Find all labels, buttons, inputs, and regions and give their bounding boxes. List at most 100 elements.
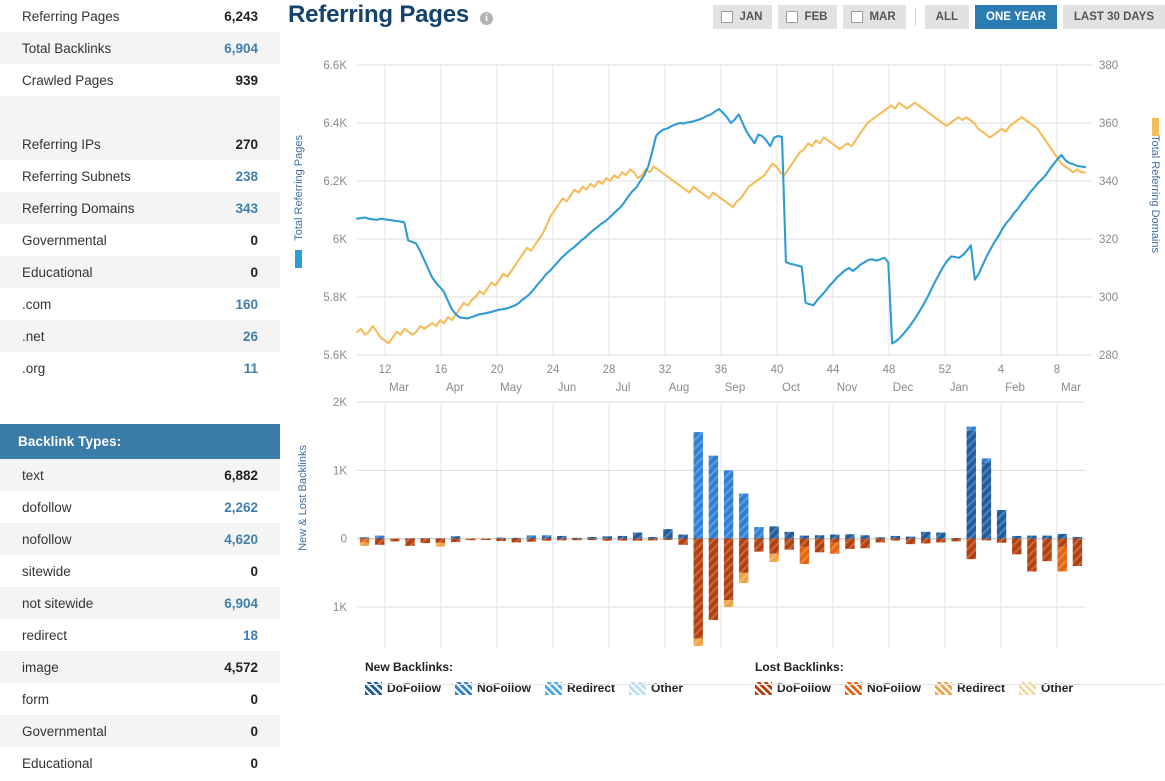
backlink-type-row[interactable]: image 4,572 bbox=[0, 651, 280, 683]
checkbox-icon[interactable] bbox=[851, 11, 864, 23]
checkbox-icon[interactable] bbox=[721, 11, 734, 23]
info-icon[interactable]: i bbox=[480, 12, 493, 25]
secondary-stat-label: .com bbox=[22, 296, 52, 312]
primary-stat-label: Crawled Pages bbox=[22, 72, 114, 88]
spacer-cell bbox=[0, 96, 190, 128]
backlink-type-value: 18 bbox=[242, 627, 258, 643]
bar-chart-legend: New Backlinks: DoFollow NoFollow Redirect O… bbox=[365, 660, 1165, 695]
secondary-stat-label: Referring Domains bbox=[22, 200, 135, 216]
right-axis-color-swatch bbox=[1152, 118, 1159, 136]
month-checkbox-mar[interactable]: MAR bbox=[843, 5, 906, 29]
primary-stat-row[interactable]: Crawled Pages 939 bbox=[0, 64, 280, 96]
svg-text:4: 4 bbox=[998, 364, 1005, 376]
secondary-stats-table: Referring IPs 270 Referring Subnets 238 Refe… bbox=[0, 128, 280, 384]
new-lost-backlinks-bar-chart: New & Lost Backlinks 2K 1K 0 1K bbox=[285, 390, 1165, 670]
secondary-stat-value: 238 bbox=[235, 168, 258, 184]
svg-text:360: 360 bbox=[1099, 118, 1118, 130]
bar-chart-y-axis-title: New & Lost Backlinks bbox=[297, 445, 309, 551]
primary-stat-value: 6,243 bbox=[224, 8, 258, 24]
secondary-stat-label: .org bbox=[22, 360, 46, 376]
backlink-type-value: 0 bbox=[250, 691, 258, 707]
svg-text:8: 8 bbox=[1054, 364, 1060, 376]
svg-text:28: 28 bbox=[603, 364, 616, 376]
svg-text:1K: 1K bbox=[333, 602, 347, 614]
svg-text:12: 12 bbox=[379, 364, 392, 376]
backlink-type-value: 4,620 bbox=[224, 531, 258, 547]
page-title: Referring Pages bbox=[288, 1, 470, 28]
primary-stat-value: 939 bbox=[235, 72, 258, 88]
backlink-type-value: 6,904 bbox=[224, 595, 258, 611]
svg-text:6.4K: 6.4K bbox=[323, 118, 347, 130]
secondary-stat-row[interactable]: Educational 0 bbox=[0, 256, 280, 288]
primary-stat-row[interactable]: Referring Pages 6,243 bbox=[0, 0, 280, 32]
backlink-types-panel: Backlink Types: text 6,882 dofollow 2,262 no… bbox=[0, 424, 280, 779]
backlink-type-row[interactable]: redirect 18 bbox=[0, 619, 280, 651]
secondary-stat-value: 160 bbox=[235, 296, 258, 312]
month-checkbox-feb[interactable]: FEB bbox=[778, 5, 838, 29]
secondary-stat-row[interactable]: .com 160 bbox=[0, 288, 280, 320]
secondary-stat-value: 11 bbox=[243, 360, 258, 376]
range-controls: JAN FEB MAR ALL ONE YEAR LAST 30 DAYS bbox=[713, 5, 1165, 29]
primary-stat-label: Total Backlinks bbox=[22, 40, 112, 56]
checkbox-icon[interactable] bbox=[786, 11, 799, 23]
backlink-type-row[interactable]: nofollow 4,620 bbox=[0, 523, 280, 555]
primary-stat-row[interactable]: Total Backlinks 6,904 bbox=[0, 32, 280, 64]
range-button-last-30-days[interactable]: LAST 30 DAYS bbox=[1062, 5, 1165, 29]
backlink-types-header: Backlink Types: bbox=[0, 424, 280, 459]
backlink-type-label: redirect bbox=[22, 627, 68, 643]
secondary-stat-value: 343 bbox=[235, 200, 258, 216]
backlink-type-label: Governmental bbox=[22, 723, 107, 739]
secondary-stat-label: Referring IPs bbox=[22, 136, 101, 152]
secondary-stat-label: Governmental bbox=[22, 232, 107, 248]
month-checkbox-jan[interactable]: JAN bbox=[713, 5, 773, 29]
backlink-type-label: image bbox=[22, 659, 59, 675]
line-chart-y-axis-title: Total Referring Pages bbox=[293, 135, 305, 241]
backlink-type-row[interactable]: Educational 0 bbox=[0, 747, 280, 779]
backlink-type-label: nofollow bbox=[22, 531, 72, 547]
secondary-stat-row[interactable]: .net 26 bbox=[0, 320, 280, 352]
secondary-stat-value: 270 bbox=[235, 136, 258, 152]
new-backlinks-legend-group: New Backlinks: DoFollow NoFollow Redirect O… bbox=[365, 660, 755, 695]
backlink-type-row[interactable]: not sitewide 6,904 bbox=[0, 587, 280, 619]
secondary-stat-row[interactable]: Governmental 0 bbox=[0, 224, 280, 256]
svg-text:44: 44 bbox=[827, 364, 840, 376]
secondary-stat-value: 0 bbox=[250, 232, 258, 248]
primary-stat-label: Referring Pages bbox=[22, 8, 120, 24]
backlink-type-label: text bbox=[22, 467, 44, 483]
backlink-type-value: 0 bbox=[250, 563, 258, 579]
svg-text:36: 36 bbox=[715, 364, 728, 376]
lost-backlinks-legend-heading: Lost Backlinks: bbox=[755, 660, 844, 674]
svg-text:32: 32 bbox=[659, 364, 672, 376]
secondary-stat-row[interactable]: Referring IPs 270 bbox=[0, 128, 280, 160]
backlink-types-table: text 6,882 dofollow 2,262 nofollow 4,620 sitew… bbox=[0, 459, 280, 779]
backlink-type-row[interactable]: sitewide 0 bbox=[0, 555, 280, 587]
svg-text:380: 380 bbox=[1099, 60, 1118, 72]
left-axis-color-swatch bbox=[295, 250, 302, 268]
backlink-type-row[interactable]: Governmental 0 bbox=[0, 715, 280, 747]
range-button-one-year[interactable]: ONE YEAR bbox=[975, 5, 1057, 29]
secondary-stat-value: 26 bbox=[242, 328, 258, 344]
month-checkbox-label: FEB bbox=[804, 11, 828, 23]
backlink-type-value: 2,262 bbox=[224, 499, 258, 515]
svg-text:340: 340 bbox=[1099, 176, 1118, 188]
primary-stats-table: Referring Pages 6,243 Total Backlinks 6,904… bbox=[0, 0, 280, 128]
backlink-type-row[interactable]: form 0 bbox=[0, 683, 280, 715]
svg-text:6.6K: 6.6K bbox=[323, 60, 347, 72]
line-chart-canvas[interactable]: 5.6K 5.8K 6K 6.2K 6.4K 6.6K 280 300 320 340 360 380… bbox=[285, 40, 1165, 395]
secondary-stat-row[interactable]: .org 11 bbox=[0, 352, 280, 384]
month-checkbox-label: MAR bbox=[869, 11, 896, 23]
lost-backlinks-legend-group: Lost Backlinks: DoFollow NoFollow Redirect… bbox=[755, 660, 1145, 695]
range-button-all[interactable]: ALL bbox=[924, 5, 970, 29]
secondary-stat-row[interactable]: Referring Subnets 238 bbox=[0, 160, 280, 192]
bar-chart-canvas[interactable]: 2K 1K 0 1K bbox=[285, 390, 1165, 670]
backlink-type-row[interactable]: text 6,882 bbox=[0, 459, 280, 491]
svg-text:280: 280 bbox=[1099, 350, 1118, 362]
secondary-stat-label: Referring Subnets bbox=[22, 168, 131, 184]
spacer-cell bbox=[190, 96, 280, 128]
backlink-type-value: 4,572 bbox=[224, 659, 258, 675]
backlink-type-row[interactable]: dofollow 2,262 bbox=[0, 491, 280, 523]
svg-text:2K: 2K bbox=[333, 397, 347, 409]
svg-text:300: 300 bbox=[1099, 292, 1118, 304]
secondary-stat-row[interactable]: Referring Domains 343 bbox=[0, 192, 280, 224]
svg-text:24: 24 bbox=[547, 364, 560, 376]
